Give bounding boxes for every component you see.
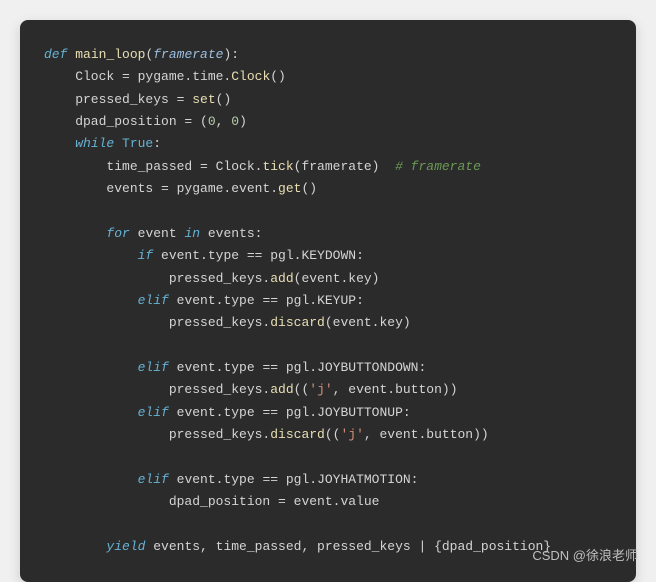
code-token: , event.button)) [333, 382, 458, 397]
code-token: pressed_keys. [44, 382, 270, 397]
code-token [44, 360, 138, 375]
code-token: , event.button)) [364, 427, 489, 442]
code-token: (event.key) [325, 315, 411, 330]
code-token: pressed_keys. [44, 271, 270, 286]
code-token: events: [208, 226, 263, 241]
code-token: elif [138, 293, 177, 308]
code-token: 0 [231, 114, 239, 129]
code-token [44, 405, 138, 420]
code-token: event.type == pgl.JOYBUTTONUP: [177, 405, 411, 420]
code-content: def main_loop (framerate): Clock = pygame… [44, 44, 616, 558]
code-token: True [122, 136, 153, 151]
code-token: def [44, 47, 75, 62]
code-token: event [138, 226, 185, 241]
code-token: (( [294, 382, 310, 397]
code-token: tick [262, 159, 293, 174]
code-token: () [301, 181, 317, 196]
code-token: Clock [231, 69, 270, 84]
code-token: 0 [208, 114, 216, 129]
code-token: get [278, 181, 301, 196]
code-token: main_loop [75, 47, 145, 62]
code-token: dpad_position = ( [44, 114, 208, 129]
code-token: (framerate) [294, 159, 395, 174]
code-token: time_passed = Clock. [44, 159, 262, 174]
code-token: elif [138, 360, 177, 375]
code-token: for [106, 226, 137, 241]
code-token: if [138, 248, 161, 263]
code-token: , [216, 114, 232, 129]
code-block: def main_loop (framerate): Clock = pygame… [20, 20, 636, 582]
code-token: 'j' [309, 382, 332, 397]
code-token: event.type == pgl.JOYHATMOTION: [177, 472, 419, 487]
code-token: set [192, 92, 215, 107]
code-token: framerate [153, 47, 223, 62]
code-token [44, 293, 138, 308]
code-token [44, 248, 138, 263]
code-token: event.type == pgl.KEYDOWN: [161, 248, 364, 263]
code-token: pressed_keys. [44, 427, 270, 442]
code-token: ) [239, 114, 247, 129]
code-token: add [270, 382, 293, 397]
code-token: elif [138, 472, 177, 487]
code-token: ): [223, 47, 239, 62]
code-token: elif [138, 405, 177, 420]
code-token: add [270, 271, 293, 286]
code-token: while [75, 136, 122, 151]
code-token: (event.key) [294, 271, 380, 286]
code-token: discard [270, 427, 325, 442]
code-token: () [270, 69, 286, 84]
code-token: pressed_keys = [44, 92, 192, 107]
code-token: : [153, 136, 161, 151]
code-token: in [184, 226, 207, 241]
code-token: (( [325, 427, 341, 442]
code-token [44, 226, 106, 241]
code-token: pressed_keys. [44, 315, 270, 330]
code-token [44, 136, 75, 151]
code-token: events = pygame.event. [44, 181, 278, 196]
code-token: event.type == pgl.JOYBUTTONDOWN: [177, 360, 427, 375]
code-token: discard [270, 315, 325, 330]
code-token: () [216, 92, 232, 107]
code-token: 'j' [340, 427, 363, 442]
watermark-text: CSDN @徐浪老师 [532, 545, 638, 564]
code-token: Clock = pygame.time. [44, 69, 231, 84]
code-token [44, 472, 138, 487]
code-token: event.type == pgl.KEYUP: [177, 293, 364, 308]
code-token: dpad_position = event.value [44, 494, 379, 509]
code-token: # framerate [395, 159, 481, 174]
